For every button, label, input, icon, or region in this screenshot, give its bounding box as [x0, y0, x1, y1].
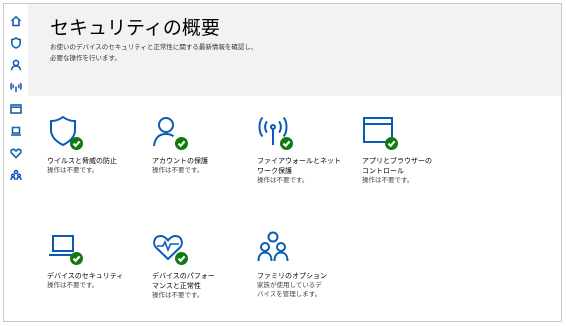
tile-status: 操作は不要です。: [152, 166, 204, 174]
app-browser-icon: [362, 115, 398, 150]
heart-icon[interactable]: [9, 146, 22, 159]
tile-status: 操作は不要です。: [152, 291, 204, 299]
check-icon: [280, 137, 293, 150]
family-icon: [257, 230, 291, 264]
tile-status: 操作は不要です。: [257, 176, 309, 184]
tile-status: 操作は不要です。: [362, 176, 414, 184]
check-icon: [70, 137, 83, 150]
tile-status: 操作は不要です。: [47, 281, 99, 289]
tile-status: 家族が使用しているデ バイスを管理します。: [257, 281, 322, 298]
tile-title: アプリとブラウザーの コントロール: [362, 157, 432, 175]
page-title: セキュリティの概要: [50, 17, 220, 39]
home-icon[interactable]: [9, 14, 22, 27]
tile-title: デバイスのパフォー マンスと正常性: [152, 272, 215, 290]
family-icon[interactable]: [9, 168, 22, 181]
laptop-icon[interactable]: [9, 124, 22, 137]
sidebar: [4, 4, 28, 321]
tile-device-security[interactable]: デバイスのセキュリティ 操作は不要です。: [47, 230, 147, 290]
tile-virus-threat-protection[interactable]: ウイルスと脅威の防止 操作は不要です。: [47, 115, 147, 175]
check-icon: [175, 252, 188, 265]
security-window: セキュリティの概要 お使いのデバイスのセキュリティと正常性に関する最新情報を確認…: [3, 3, 562, 322]
app-browser-icon[interactable]: [9, 102, 22, 115]
tile-title: ファミリのオプション: [257, 272, 327, 280]
tile-app-browser-control[interactable]: アプリとブラウザーの コントロール 操作は不要です。: [362, 115, 462, 185]
laptop-icon: [47, 230, 83, 265]
tile-family-options[interactable]: ファミリのオプション 家族が使用しているデ バイスを管理します。: [257, 230, 357, 299]
tile-title: ファイアウォールとネット ワーク保護: [257, 157, 341, 175]
shield-icon: [47, 115, 83, 150]
tile-status: 操作は不要です。: [47, 166, 99, 174]
person-icon[interactable]: [9, 58, 22, 71]
heart-icon: [152, 230, 188, 265]
description-line-2: 必要な操作を行います。: [50, 54, 121, 62]
tile-account-protection[interactable]: アカウントの保護 操作は不要です。: [152, 115, 252, 175]
wireless-icon[interactable]: [9, 80, 22, 93]
page-description: お使いのデバイスのセキュリティと正常性に関する最新情報を確認し、 必要な操作を行…: [50, 42, 257, 64]
tile-device-performance-health[interactable]: デバイスのパフォー マンスと正常性 操作は不要です。: [152, 230, 252, 300]
check-icon: [385, 137, 398, 150]
person-icon: [152, 115, 188, 150]
check-icon: [70, 252, 83, 265]
tile-title: アカウントの保護: [152, 157, 208, 165]
check-icon: [175, 137, 188, 150]
tile-title: デバイスのセキュリティ: [47, 272, 124, 280]
wireless-icon: [257, 115, 293, 150]
shield-icon[interactable]: [9, 36, 22, 49]
tile-firewall-network-protection[interactable]: ファイアウォールとネット ワーク保護 操作は不要です。: [257, 115, 357, 185]
description-line-1: お使いのデバイスのセキュリティと正常性に関する最新情報を確認し、: [50, 43, 258, 51]
page-header: セキュリティの概要 お使いのデバイスのセキュリティと正常性に関する最新情報を確認…: [28, 4, 561, 96]
tile-title: ウイルスと脅威の防止: [47, 157, 117, 165]
